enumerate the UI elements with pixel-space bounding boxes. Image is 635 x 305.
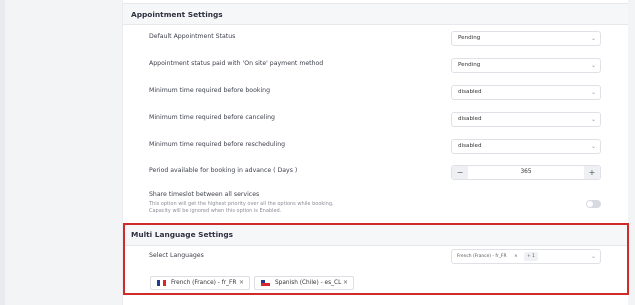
default-status-value: Pending: [458, 35, 481, 41]
min-canceling-label: Minimum time required before canceling: [149, 114, 275, 121]
advance-booking-label: Period available for booking in advance …: [149, 167, 298, 174]
onsite-status-value: Pending: [458, 62, 481, 68]
chevron-down-icon: ⌄: [590, 35, 596, 42]
chevron-down-icon: ⌄: [590, 116, 596, 123]
onsite-status-select[interactable]: Pending ⌄: [451, 58, 601, 73]
decrement-button[interactable]: −: [452, 166, 468, 179]
default-status-label: Default Appointment Status: [149, 33, 236, 40]
share-timeslot-help-2: Capacity will be ignored when this optio…: [149, 208, 282, 214]
toggle-knob: [587, 201, 593, 207]
min-rescheduling-label: Minimum time required before reschedulin…: [149, 141, 286, 148]
min-booking-select[interactable]: disabled ⌄: [451, 85, 601, 100]
default-status-select[interactable]: Pending ⌄: [451, 31, 601, 46]
chevron-down-icon: ⌄: [590, 143, 596, 150]
min-booking-value: disabled: [458, 89, 482, 95]
min-canceling-select[interactable]: disabled ⌄: [451, 112, 601, 127]
min-canceling-value: disabled: [458, 116, 482, 122]
onsite-status-label: Appointment status paid with 'On site' p…: [149, 60, 324, 67]
share-timeslot-toggle[interactable]: [586, 200, 601, 208]
chevron-down-icon: ⌄: [590, 89, 596, 96]
min-booking-label: Minimum time required before booking: [149, 87, 271, 94]
share-timeslot-label: Share timeslot between all services: [149, 191, 260, 198]
advance-booking-stepper: − 365 +: [451, 165, 601, 180]
min-rescheduling-value: disabled: [458, 143, 482, 149]
min-rescheduling-select[interactable]: disabled ⌄: [451, 139, 601, 154]
advance-booking-input[interactable]: 365: [468, 166, 584, 179]
chevron-down-icon: ⌄: [590, 62, 596, 69]
highlight-box: [123, 223, 629, 295]
appointment-settings-title: Appointment Settings: [131, 10, 223, 19]
share-timeslot-help-1: This option will get the highest priorit…: [149, 201, 334, 207]
increment-button[interactable]: +: [584, 166, 600, 179]
left-edge: [0, 0, 5, 305]
